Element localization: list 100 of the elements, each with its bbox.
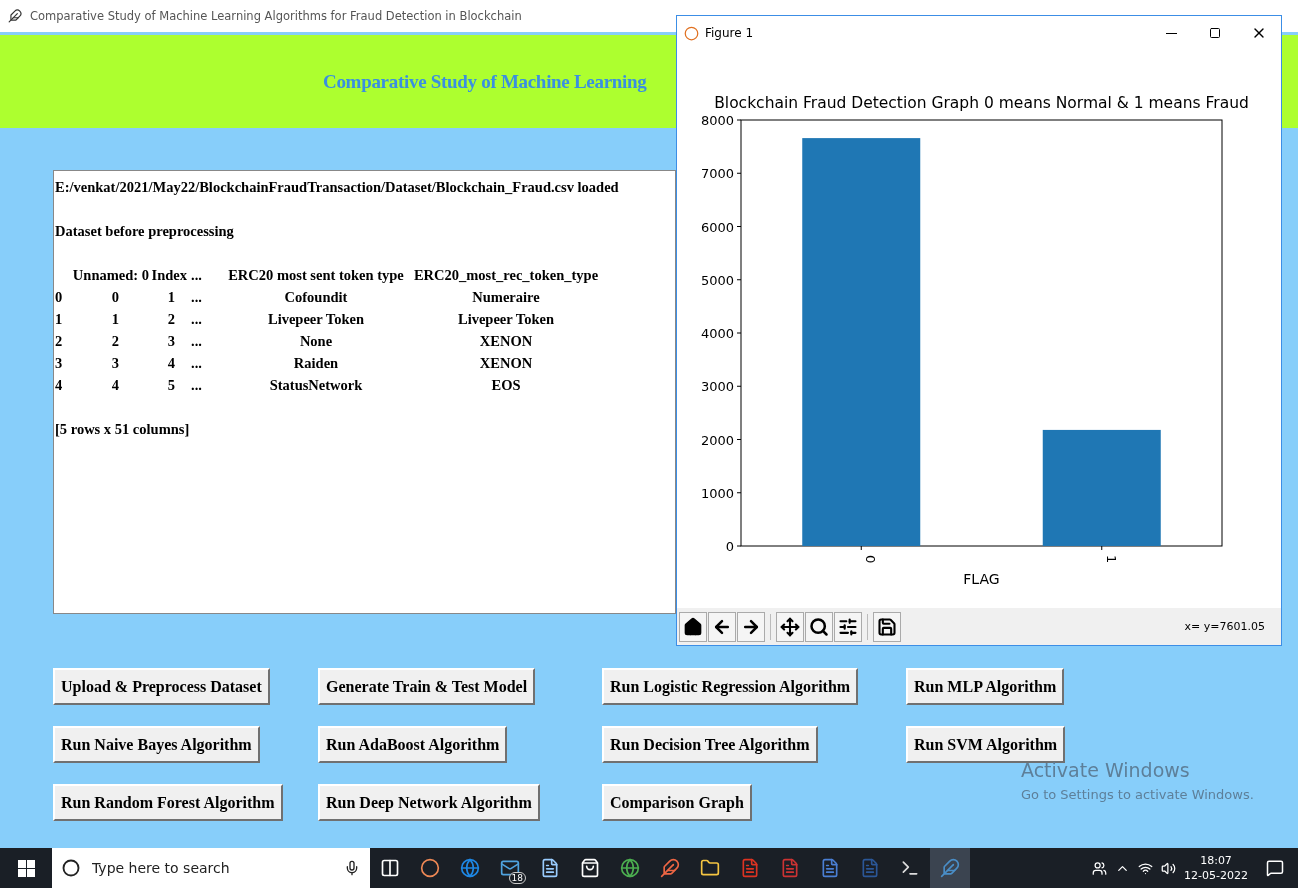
table-cell-text: 0 [55, 288, 64, 307]
table-cell-text: 2 [55, 332, 64, 351]
y-tick-label: 2000 [700, 432, 734, 448]
shopping-bag-icon[interactable] [580, 858, 600, 878]
table-cell-text: 2 [166, 310, 176, 329]
search-icon [809, 616, 829, 637]
zoom-button[interactable] [805, 611, 833, 642]
activation-message: Go to Settings to activate Windows. [1021, 787, 1254, 802]
table-cell-text: 4 [55, 376, 64, 395]
maximize-icon [1209, 27, 1221, 39]
table-cell-text: ... [191, 288, 203, 307]
x-axis-label: FLAG [963, 571, 1000, 587]
feather-icon[interactable] [660, 858, 680, 878]
figure-title: Figure 1 [705, 26, 754, 40]
search-field[interactable]: Type here to search [90, 859, 334, 877]
table-cell-text: XENON [478, 354, 534, 373]
feather-icon [8, 9, 22, 23]
y-tick: 3000 [700, 379, 742, 395]
home-button[interactable] [679, 611, 707, 642]
action-button[interactable]: Run Random Forest Algorithm [53, 784, 283, 821]
table-cell-text: ... [191, 354, 203, 373]
cursor-coordinates: x= y=7601.05 [1184, 620, 1265, 633]
circle-icon [684, 25, 699, 41]
table-cell-text: 4 [166, 354, 176, 373]
search-box[interactable]: Type here to search [52, 848, 370, 888]
action-button[interactable]: Run SVM Algorithm [906, 726, 1066, 763]
table-cell-text: StatusNetwork [268, 376, 364, 395]
table-cell-text: 0 [110, 288, 120, 307]
table-cell-text: EOS [490, 376, 522, 395]
window-title: Comparative Study of Machine Learning Algorithms for Fraud Detection in Blockchain [30, 9, 522, 23]
y-tick: 1000 [700, 485, 742, 501]
y-tick-label: 8000 [700, 113, 734, 128]
y-tick: 7000 [700, 166, 742, 182]
table-cell-text: 3 [110, 354, 120, 373]
microphone-icon[interactable] [344, 860, 360, 876]
globe-icon[interactable] [620, 858, 640, 878]
folder-icon[interactable] [700, 858, 720, 878]
column-header: ERC20_most_rec_token_type [412, 266, 600, 285]
document-icon[interactable] [820, 858, 840, 878]
y-tick-label: 7000 [700, 166, 734, 182]
column-header: ERC20 most sent token type [227, 266, 405, 285]
action-button[interactable]: Run Decision Tree Algorithm [602, 726, 818, 763]
back-button[interactable] [708, 611, 736, 642]
column-header: Index [150, 266, 188, 285]
x-tick: 0 [860, 545, 879, 564]
y-tick-label: 3000 [700, 379, 734, 395]
action-button[interactable]: Upload & Preprocess Dataset [53, 668, 270, 705]
mail-count-badge: 18 [508, 872, 526, 884]
home-icon [683, 616, 703, 637]
output-line: Dataset before preprocessing [55, 222, 235, 241]
table-cell-text: 1 [166, 288, 176, 307]
configure-button[interactable] [834, 611, 862, 642]
minimize-icon [1165, 32, 1177, 34]
table-cell-text: Raiden [292, 354, 340, 373]
table-cell-text: Livepeer Token [457, 310, 555, 329]
action-button[interactable]: Run MLP Algorithm [906, 668, 1065, 705]
table-cell-text: 1 [55, 310, 64, 329]
action-button[interactable]: Comparison Graph [602, 784, 752, 821]
globe-icon[interactable] [460, 858, 480, 878]
table-cell-text: ... [191, 376, 203, 395]
action-button[interactable]: Generate Train & Test Model [318, 668, 536, 705]
table-cell-text: Cofoundit [283, 288, 349, 307]
speaker-icon[interactable] [1161, 860, 1177, 876]
table-cell-text: ... [191, 332, 203, 351]
table-cell-text: 2 [110, 332, 120, 351]
forward-button[interactable] [737, 611, 765, 642]
windows-logo-icon[interactable] [17, 859, 35, 877]
table-cell-text: Numeraire [471, 288, 541, 307]
notifications-icon[interactable] [1266, 859, 1284, 877]
terminal-icon[interactable] [900, 858, 920, 878]
save-button[interactable] [873, 611, 901, 642]
table-cell-text: ... [191, 310, 203, 329]
table-cell-text: None [298, 332, 334, 351]
feather-icon[interactable] [940, 858, 960, 878]
y-tick-label: 1000 [700, 485, 734, 501]
action-button[interactable]: Run Deep Network Algorithm [318, 784, 540, 821]
wifi-icon[interactable] [1138, 860, 1154, 876]
y-tick: 6000 [700, 219, 742, 235]
search-circle-icon [62, 859, 80, 877]
table-cell-text: 3 [55, 354, 64, 373]
output-line: [5 rows x 51 columns] [55, 420, 191, 439]
clock[interactable]: 18:07 12-05-2022 [1184, 853, 1248, 883]
pan-button[interactable] [776, 611, 804, 642]
action-button[interactable]: Run AdaBoost Algorithm [318, 726, 508, 763]
y-tick: 8000 [700, 113, 742, 128]
y-tick: 2000 [700, 432, 742, 448]
sliders-icon [838, 616, 858, 637]
document-icon[interactable] [540, 858, 560, 878]
y-tick-label: 6000 [700, 219, 734, 235]
x-tick: 1 [1101, 545, 1119, 564]
task-view-icon[interactable] [380, 858, 400, 878]
action-button[interactable]: Run Logistic Regression Algorithm [602, 668, 859, 705]
y-tick: 0 [725, 539, 742, 554]
x-tick-label: 1 [1103, 555, 1119, 564]
people-icon[interactable] [1092, 860, 1108, 876]
y-tick: 4000 [700, 326, 742, 341]
action-button[interactable]: Run Naive Bayes Algorithm [53, 726, 260, 763]
circle-icon[interactable] [420, 858, 440, 878]
table-cell-text: 1 [110, 310, 120, 329]
y-tick-label: 0 [725, 539, 734, 554]
